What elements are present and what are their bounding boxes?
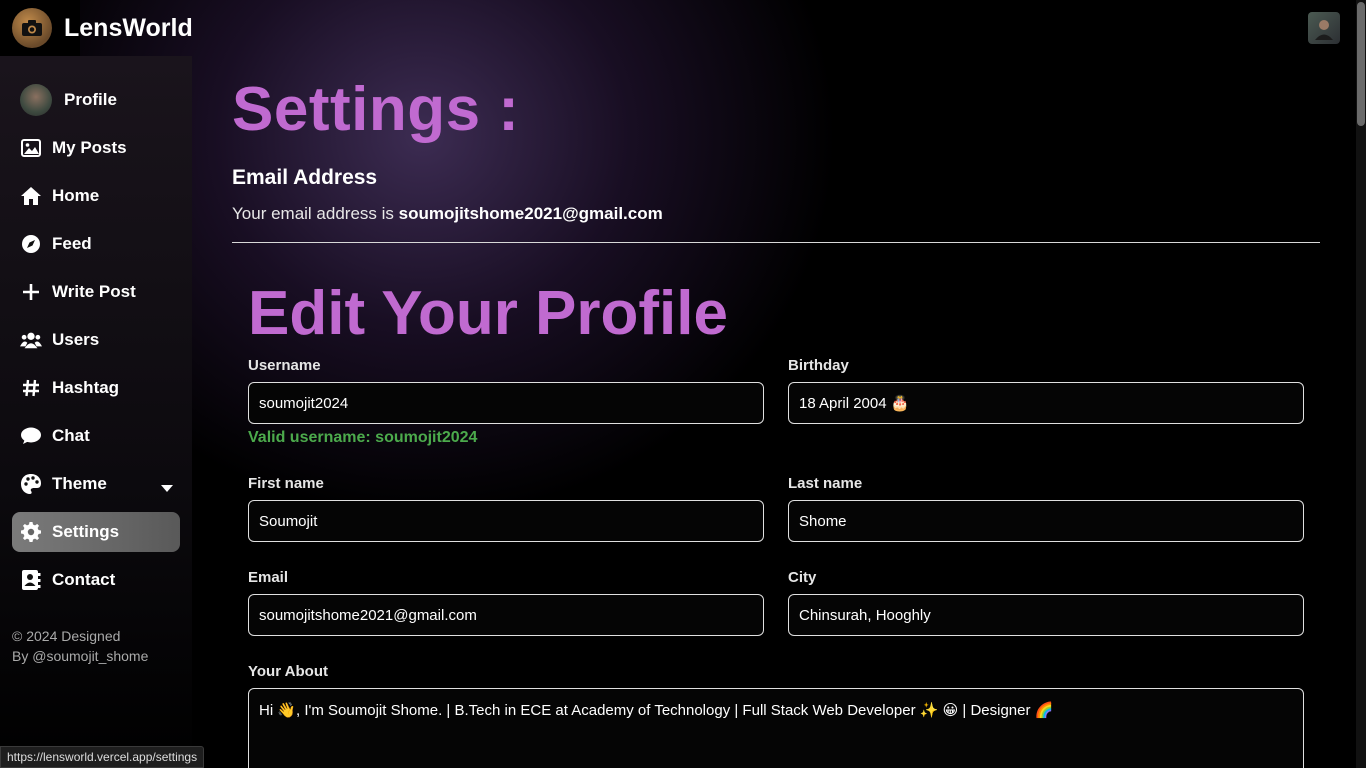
page-scrollbar[interactable] <box>1356 0 1366 768</box>
first-name-input[interactable]: Soumojit <box>248 500 764 542</box>
birthday-field-group: Birthday 18 April 2004 🎂 <box>788 357 1304 424</box>
sidebar-item-home[interactable]: Home <box>12 176 180 216</box>
first-name-label: First name <box>248 475 324 492</box>
email-field-group: Email soumojitshome2021@gmail.com <box>248 569 764 636</box>
about-textarea[interactable]: Hi 👋, I'm Soumojit Shome. | B.Tech in EC… <box>248 688 1304 768</box>
sidebar-item-label: Feed <box>52 234 92 253</box>
sidebar-item-label: Settings <box>52 522 120 541</box>
divider <box>232 242 1320 243</box>
user-avatar[interactable] <box>1308 12 1340 44</box>
email-prefix: Your email address is <box>232 204 399 223</box>
sidebar-item-feed[interactable]: Feed <box>12 224 180 264</box>
image-icon <box>20 137 42 159</box>
footer-line: © 2024 Designed <box>12 628 121 644</box>
users-icon <box>20 329 42 351</box>
username-field-group: Username soumojit2024 Valid username: so… <box>248 357 764 447</box>
about-field-group: Your About Hi 👋, I'm Soumojit Shome. | B… <box>248 663 1304 768</box>
chat-icon <box>20 425 42 447</box>
sidebar-item-label: Hashtag <box>52 378 120 397</box>
sidebar-item-theme[interactable]: Theme <box>12 464 180 504</box>
username-label: Username <box>248 357 321 374</box>
chevron-down-icon[interactable] <box>160 478 174 498</box>
footer-author-link[interactable]: By @soumojit_shome <box>12 646 148 666</box>
sidebar-item-label: Chat <box>52 426 90 445</box>
camera-icon <box>12 8 52 48</box>
app-logo[interactable]: LensWorld <box>12 8 193 48</box>
email-heading: Email Address <box>232 166 378 189</box>
avatar <box>20 84 52 116</box>
status-bar-url: https://lensworld.vercel.app/settings <box>0 746 205 768</box>
sidebar-item-label: Contact <box>52 570 116 589</box>
first-name-field-group: First name Soumojit <box>248 475 764 542</box>
plus-icon <box>20 281 42 303</box>
email-input[interactable]: soumojitshome2021@gmail.com <box>248 594 764 636</box>
gear-icon <box>20 521 42 543</box>
edit-profile-title: Edit Your Profile <box>248 279 728 348</box>
last-name-field-group: Last name Shome <box>788 475 1304 542</box>
email-info: Your email address is soumojitshome2021@… <box>232 204 1320 224</box>
page-title: Settings : <box>232 75 520 144</box>
sidebar-item-settings[interactable]: Settings <box>12 512 180 552</box>
city-field-group: City Chinsurah, Hooghly <box>788 569 1304 636</box>
scrollbar-thumb[interactable] <box>1357 2 1365 126</box>
email-label: Email <box>248 569 289 586</box>
sidebar-item-label: My Posts <box>52 138 127 157</box>
sidebar-item-label: Users <box>52 330 100 349</box>
home-icon <box>20 185 42 207</box>
sidebar-item-label: Theme <box>52 474 107 493</box>
sidebar-item-contact[interactable]: Contact <box>12 560 180 600</box>
sidebar-item-label: Home <box>52 186 100 205</box>
last-name-label: Last name <box>788 475 863 492</box>
sidebar-item-chat[interactable]: Chat <box>12 416 180 456</box>
sidebar-item-profile[interactable]: Profile <box>12 80 180 120</box>
sidebar-item-my-posts[interactable]: My Posts <box>12 128 180 168</box>
sidebar-nav: Profile My Posts Home Feed Write Post Us… <box>12 80 180 608</box>
app-title: LensWorld <box>64 13 193 42</box>
sidebar: Profile My Posts Home Feed Write Post Us… <box>0 56 192 768</box>
footer-credit: © 2024 Designed By @soumojit_shome <box>12 626 148 666</box>
email-address: soumojitshome2021@gmail.com <box>398 204 663 223</box>
sidebar-item-write-post[interactable]: Write Post <box>12 272 180 312</box>
birthday-input[interactable]: 18 April 2004 🎂 <box>788 382 1304 424</box>
username-status: Valid username: soumojit2024 <box>248 429 478 446</box>
city-label: City <box>788 569 817 586</box>
compass-icon <box>20 233 42 255</box>
sidebar-item-hashtag[interactable]: Hashtag <box>12 368 180 408</box>
last-name-input[interactable]: Shome <box>788 500 1304 542</box>
username-input[interactable]: soumojit2024 <box>248 382 764 424</box>
contact-icon <box>20 569 42 591</box>
sidebar-item-label: Write Post <box>52 282 136 301</box>
main-content: Settings : Email Address Your email addr… <box>232 70 1320 347</box>
hashtag-icon <box>20 377 42 399</box>
sidebar-item-label: Profile <box>64 90 117 109</box>
birthday-label: Birthday <box>788 357 849 374</box>
sidebar-item-users[interactable]: Users <box>12 320 180 360</box>
palette-icon <box>20 473 42 495</box>
about-label: Your About <box>248 663 328 680</box>
city-input[interactable]: Chinsurah, Hooghly <box>788 594 1304 636</box>
